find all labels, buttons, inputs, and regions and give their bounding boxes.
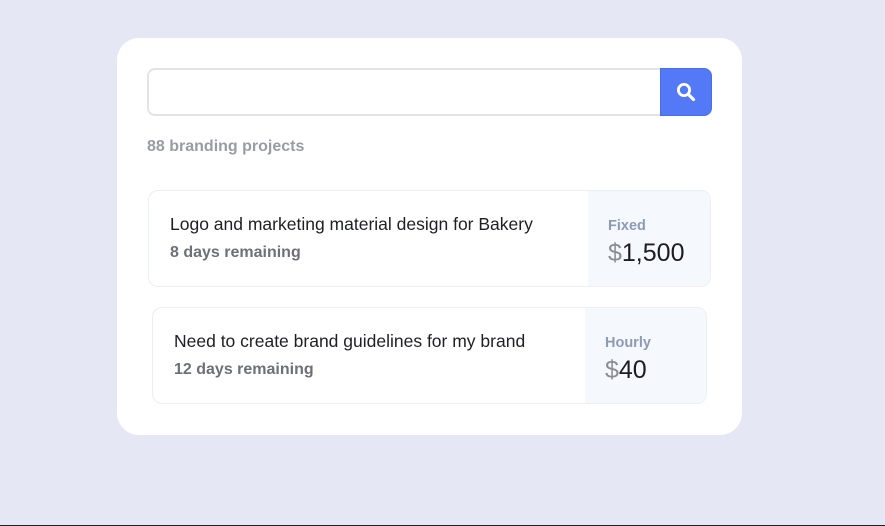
search-icon — [676, 82, 696, 102]
search-input[interactable] — [147, 68, 660, 116]
project-title[interactable]: Need to create brand guidelines for my b… — [174, 330, 585, 352]
project-remaining: 8 days remaining — [170, 244, 301, 261]
price-value: 1,500 — [621, 239, 685, 267]
projects-card: 88 branding projects Logo and marketing … — [117, 38, 742, 435]
project-price-panel: Hourly $40 — [585, 308, 706, 403]
project-details: Logo and marketing material design for B… — [149, 191, 588, 286]
results-count: 88 branding projects — [147, 138, 305, 155]
search-bar — [147, 68, 712, 116]
project-remaining: 12 days remaining — [174, 361, 314, 378]
price-amount: $40 — [605, 355, 706, 385]
price-value: 40 — [618, 356, 647, 384]
project-title[interactable]: Logo and marketing material design for B… — [170, 213, 588, 235]
project-details: Need to create brand guidelines for my b… — [153, 308, 585, 403]
search-button[interactable] — [660, 68, 712, 116]
price-currency: $ — [605, 356, 619, 384]
project-price-panel: Fixed $1,500 — [588, 191, 710, 286]
price-amount: $1,500 — [608, 238, 710, 268]
project-card[interactable]: Need to create brand guidelines for my b… — [152, 307, 707, 404]
price-type: Hourly — [605, 335, 651, 351]
project-card[interactable]: Logo and marketing material design for B… — [148, 190, 711, 287]
price-currency: $ — [608, 239, 622, 267]
price-type: Fixed — [608, 218, 646, 234]
